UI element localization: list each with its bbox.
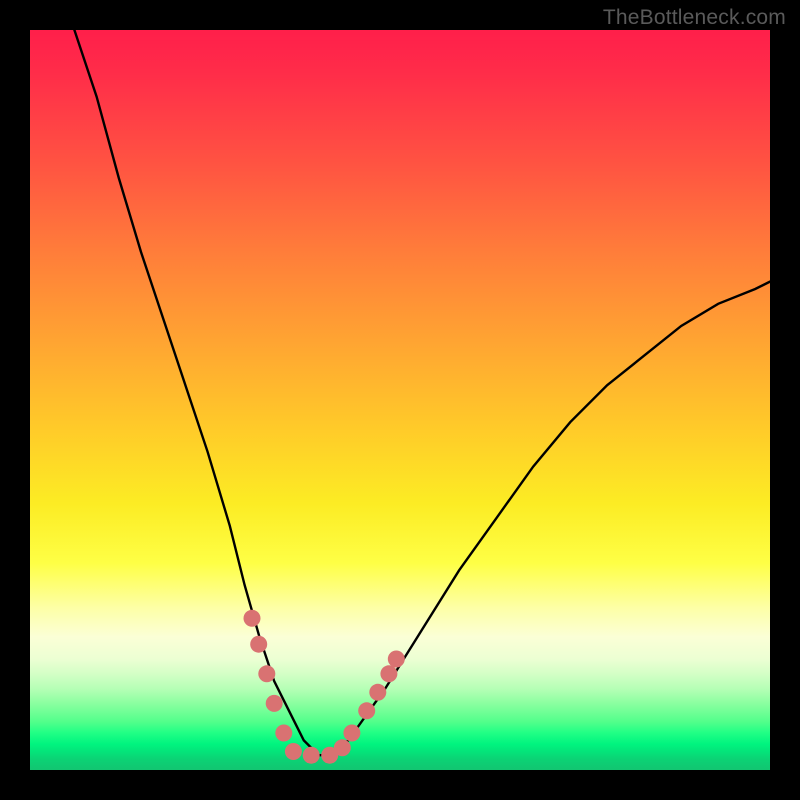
curve-marker: [380, 665, 397, 682]
curve-marker: [334, 739, 351, 756]
curve-marker: [244, 610, 261, 627]
bottleneck-curve: [74, 30, 770, 755]
curve-marker: [266, 695, 283, 712]
curve-marker: [369, 684, 386, 701]
curve-marker: [388, 651, 405, 668]
curve-marker: [258, 665, 275, 682]
plot-area: [30, 30, 770, 770]
curve-marker: [358, 702, 375, 719]
curve-marker: [285, 743, 302, 760]
curve-marker: [343, 725, 360, 742]
curve-layer: [30, 30, 770, 770]
curve-markers: [244, 610, 405, 764]
curve-marker: [250, 636, 267, 653]
curve-marker: [303, 747, 320, 764]
chart-frame: TheBottleneck.com: [0, 0, 800, 800]
watermark-text: TheBottleneck.com: [603, 6, 786, 30]
curve-marker: [275, 725, 292, 742]
